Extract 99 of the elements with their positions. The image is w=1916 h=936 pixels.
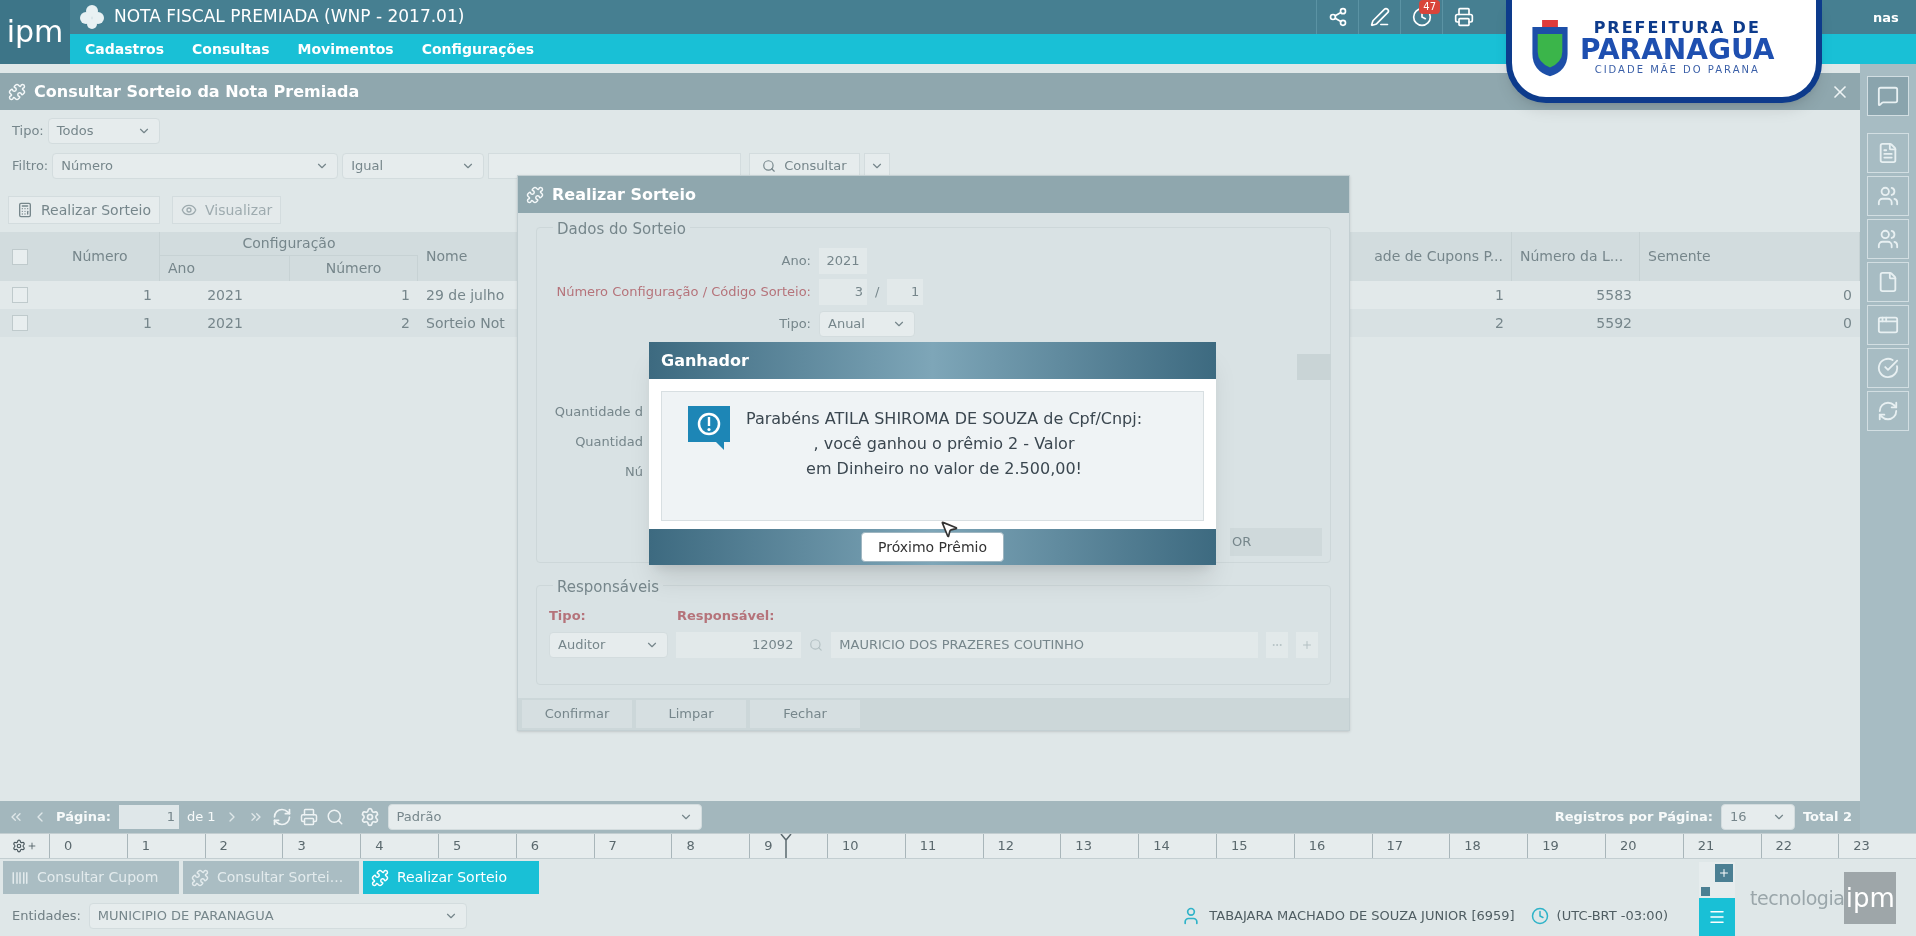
timezone: (UTC-BRT -03:00) (1556, 907, 1668, 926)
timeline-tick: 9 (764, 837, 773, 856)
timeline-tick: 14 (1153, 837, 1170, 856)
toolbar-button[interactable]: Realizar Sorteio (8, 196, 160, 224)
page-count: de 1 (186, 808, 216, 827)
timeline-tick: 18 (1464, 837, 1481, 856)
entity-select[interactable]: MUNICIPIO DE PARANAGUA (88, 903, 467, 929)
timeline-tick: 8 (686, 837, 695, 856)
table-cell-text: 0 (1843, 285, 1852, 305)
table-cell-text: Sorteio Not (426, 313, 505, 333)
total-count: Total 2 (1802, 808, 1852, 827)
table-cell-text: 29 de julho (426, 285, 505, 305)
menu-item[interactable]: Configurações (421, 38, 534, 60)
layout-select[interactable]: Padrão (387, 804, 702, 830)
type-select[interactable]: Anual (819, 311, 915, 337)
separator: / (874, 283, 881, 302)
message-line: , você ganhou o prêmio 2 - Valor (813, 433, 1075, 455)
app-logo[interactable]: ipm (0, 0, 70, 64)
message-line: Parabéns ATILA SHIROMA DE SOUZA de Cpf/Cnpj: (746, 408, 1143, 430)
type-select[interactable]: Todos (47, 117, 160, 144)
badge-motto: CIDADE MÃE DO PARANA (1594, 64, 1760, 77)
timeline-tick: 21 (1697, 837, 1715, 856)
next-prize-button[interactable]: Próximo Prêmio (861, 532, 1004, 562)
page-size-select[interactable]: 16 (1720, 804, 1795, 830)
badge-line: PREFEITURA DE (1593, 20, 1761, 37)
table-cell-text: 1 (401, 285, 410, 305)
window-title: Consultar Sorteio da Nota Premiada (34, 80, 360, 103)
table-cell-text: 0 (1843, 313, 1852, 333)
action-button[interactable]: OR (1230, 528, 1322, 556)
table-cell-text: 2 (401, 313, 410, 333)
operator-select[interactable]: Igual (342, 152, 485, 179)
timeline-tick: 6 (530, 837, 540, 856)
brand-logo: ipm (1844, 872, 1897, 924)
field-label: Número Configuração / Código Sorteio: (555, 283, 812, 302)
timeline-tick: 3 (297, 837, 306, 856)
dialog-button[interactable]: Limpar (636, 700, 746, 728)
field-label: Quantidade d (554, 403, 643, 421)
message-line: em Dinheiro no valor de 2.500,00! (806, 458, 1082, 480)
field-label: Registros por Página: (1554, 808, 1713, 827)
dialog-title: Realizar Sorteio (552, 183, 696, 206)
table-cell-text: 1 (143, 285, 152, 305)
timeline-tick: 20 (1619, 837, 1637, 856)
user-menu-label[interactable]: nas (1873, 8, 1899, 28)
field-label: Ano: (780, 252, 812, 271)
field-label: Responsável: (677, 607, 775, 625)
field-label: Entidades: (12, 907, 81, 926)
taskbar-tab[interactable]: Consultar Sortei... (183, 861, 359, 894)
menu-item[interactable]: Consultas (192, 38, 270, 60)
field-label: Página: (56, 808, 111, 827)
timeline-tick: 12 (997, 837, 1015, 856)
table-cell-text: 5583 (1596, 285, 1632, 305)
table-cell-text: 1 (143, 313, 152, 333)
timeline-tick: 17 (1386, 837, 1404, 856)
menu-item[interactable]: Cadastros (85, 38, 165, 60)
timeline-tick: 19 (1542, 837, 1559, 856)
table-cell-text: 2021 (207, 285, 243, 305)
table-cell-text: 2021 (207, 313, 243, 333)
field-label: Tipo: (12, 121, 44, 140)
brand-word: tecnologia (1750, 885, 1845, 911)
table-cell-text: 5592 (1596, 313, 1632, 333)
table-cell-text: 2 (1495, 313, 1504, 333)
menu-item[interactable]: Movimentos (297, 38, 394, 60)
timeline-tick: 0 (64, 837, 73, 856)
timeline-tick: 22 (1775, 837, 1793, 856)
timeline-tick: 7 (608, 837, 617, 856)
code-field[interactable]: 12092 (676, 632, 802, 658)
year-field[interactable]: 2021 (819, 248, 867, 274)
draw-code-field[interactable]: 1 (887, 279, 924, 305)
field-label: Filtro: (12, 156, 49, 175)
timeline-tick: 5 (453, 837, 462, 856)
notification-count: 47 (1419, 0, 1440, 14)
badge-city-name: PARANAGUA (1580, 36, 1775, 65)
name-field[interactable]: MAURICIO DOS PRAZERES COUTINHO (831, 632, 1259, 658)
role-select[interactable]: Auditor (549, 632, 669, 658)
field-label: Nú (625, 463, 643, 481)
timeline-tick: 10 (841, 837, 859, 856)
config-number-field[interactable]: 3 (819, 279, 867, 305)
filter-field-select[interactable]: Número (52, 152, 339, 179)
timeline-tick: 15 (1230, 837, 1248, 856)
page-field[interactable]: 1 (118, 805, 179, 829)
timeline-tick: 4 (375, 837, 384, 856)
app-title: NOTA FISCAL PREMIADA (WNP - 2017.01) (114, 5, 465, 29)
table-cell-text: 1 (1495, 285, 1504, 305)
timeline-tick: 23 (1853, 837, 1870, 856)
taskbar-tab[interactable]: Consultar Cupom (3, 861, 179, 894)
user-name: TABAJARA MACHADO DE SOUZA JUNIOR [6959] (1209, 907, 1515, 926)
timeline-tick: 2 (219, 837, 228, 856)
dialog-button[interactable]: Confirmar (522, 700, 632, 728)
timeline-tick: 11 (919, 837, 937, 856)
field-label: Tipo: (778, 315, 812, 334)
timeline-tick: 1 (141, 837, 151, 856)
timeline-tick: 16 (1308, 837, 1326, 856)
taskbar-tab[interactable]: Realizar Sorteio (363, 861, 539, 894)
column-group-header: Configuração (160, 232, 418, 256)
dialog-button[interactable]: Fechar (750, 700, 860, 728)
dialog-title: Ganhador (661, 349, 749, 372)
field-label: Quantidad (575, 433, 643, 451)
field-label: Tipo: (549, 607, 587, 625)
timeline-tick: 13 (1075, 837, 1092, 856)
